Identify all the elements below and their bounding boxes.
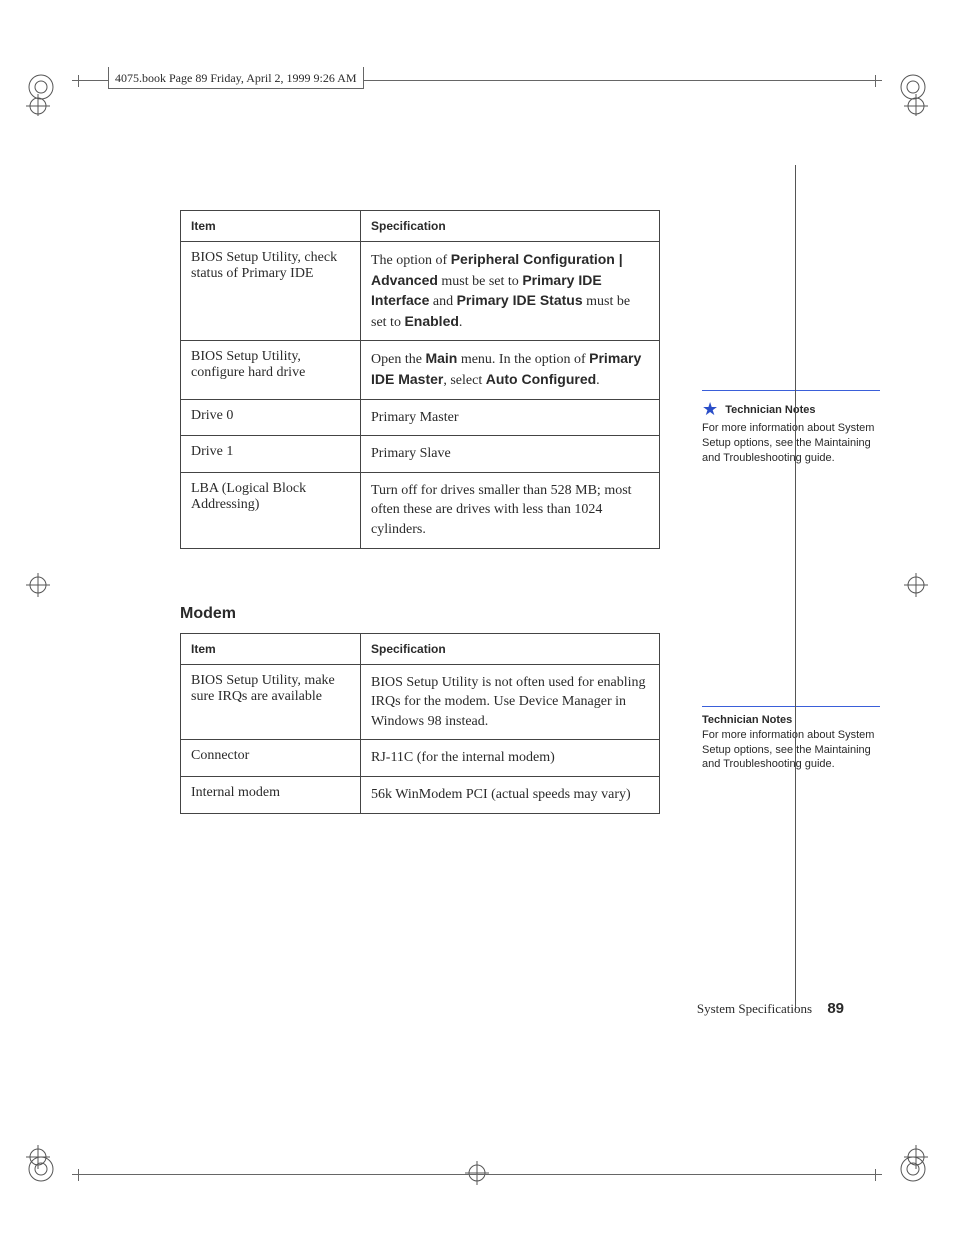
corner-rosette-tl-icon [26, 72, 56, 107]
page-footer: System Specifications 89 [697, 1000, 844, 1017]
star-icon: ★ [702, 397, 718, 421]
crop-footer [72, 1174, 882, 1175]
cell-label: Internal modem [181, 776, 361, 813]
table-row: Drive 0 Primary Master [181, 399, 660, 436]
page-number: 89 [827, 1000, 844, 1017]
technician-note-1: ★ Technician Notes For more information … [702, 390, 880, 466]
cell-label: Drive 0 [181, 399, 361, 436]
cell-label: Connector [181, 740, 361, 777]
cell-value: Open the Main menu. In the option of Pri… [361, 341, 660, 399]
cell-label: BIOS Setup Utility, configure hard drive [181, 341, 361, 399]
cell-value: BIOS Setup Utility is not often used for… [361, 664, 660, 740]
col-item: Item [181, 211, 361, 242]
modem-spec-table: Item Specification BIOS Setup Utility, m… [180, 633, 660, 814]
cell-value: Primary Master [361, 399, 660, 436]
corner-rosette-tr-icon [898, 72, 928, 107]
corner-rosette-br-icon [898, 1154, 928, 1189]
reg-mark-mid-right [896, 565, 936, 605]
cell-label: Drive 1 [181, 436, 361, 473]
crop-header: 4075.book Page 89 Friday, April 2, 1999 … [72, 80, 882, 100]
note-rule [702, 706, 880, 707]
corner-rosette-bl-icon [26, 1154, 56, 1189]
cell-label: BIOS Setup Utility, check status of Prim… [181, 242, 361, 341]
table-row: LBA (Logical Block Addressing) Turn off … [181, 472, 660, 548]
note-rule [702, 390, 880, 391]
modem-heading: Modem [180, 605, 670, 623]
cell-value: Turn off for drives smaller than 528 MB;… [361, 472, 660, 548]
table-header-row: Item Specification [181, 211, 660, 242]
hard-drive-spec-table: Item Specification BIOS Setup Utility, c… [180, 210, 660, 549]
header-caption: 4075.book Page 89 Friday, April 2, 1999 … [108, 67, 364, 89]
technician-note-2: Technician Notes For more information ab… [702, 706, 880, 772]
cell-label: BIOS Setup Utility, make sure IRQs are a… [181, 664, 361, 740]
table-row: BIOS Setup Utility, configure hard drive… [181, 341, 660, 399]
note-body: For more information about System Setup … [702, 422, 874, 464]
cell-value: RJ-11C (for the internal modem) [361, 740, 660, 777]
col-spec: Specification [361, 211, 660, 242]
note-title: Technician Notes [702, 714, 792, 726]
col-item: Item [181, 633, 361, 664]
table-row: Internal modem 56k WinModem PCI (actual … [181, 776, 660, 813]
cell-label: LBA (Logical Block Addressing) [181, 472, 361, 548]
table-row: BIOS Setup Utility, check status of Prim… [181, 242, 660, 341]
table-row: BIOS Setup Utility, make sure IRQs are a… [181, 664, 660, 740]
cell-value: The option of Peripheral Configuration |… [361, 242, 660, 341]
footer-label: System Specifications [697, 1001, 812, 1016]
note-title: Technician Notes [725, 404, 815, 416]
table-row: Connector RJ-11C (for the internal modem… [181, 740, 660, 777]
table-header-row: Item Specification [181, 633, 660, 664]
cell-value: 56k WinModem PCI (actual speeds may vary… [361, 776, 660, 813]
table-row: Drive 1 Primary Slave [181, 436, 660, 473]
reg-mark-bot-center [457, 1153, 497, 1193]
column-divider [795, 165, 796, 1010]
note-body: For more information about System Setup … [702, 729, 874, 771]
cell-value: Primary Slave [361, 436, 660, 473]
col-spec: Specification [361, 633, 660, 664]
reg-mark-mid-left [18, 565, 58, 605]
